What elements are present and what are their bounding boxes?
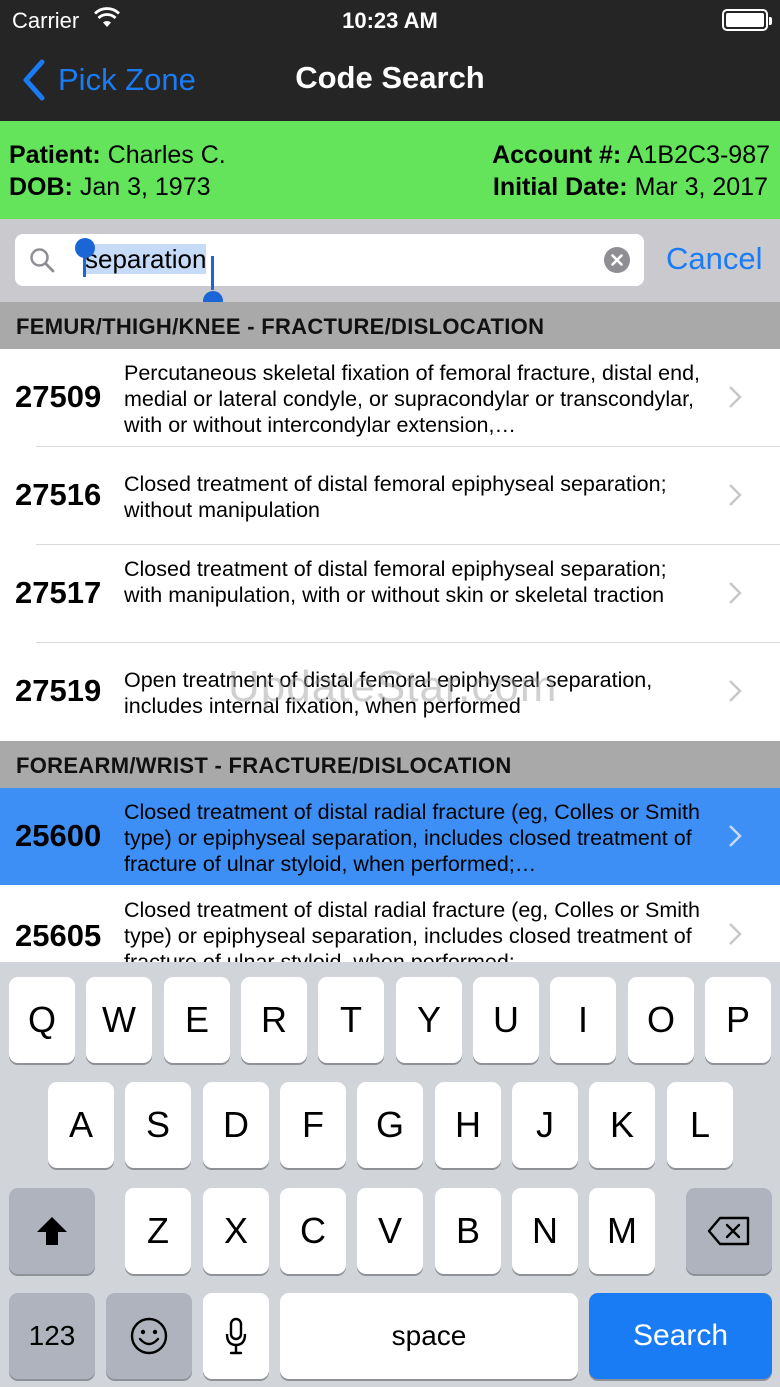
key-i[interactable]: I [550, 977, 616, 1063]
space-key[interactable]: space [280, 1293, 578, 1379]
search-input-value: separation [85, 244, 207, 274]
chevron-right-icon [729, 923, 742, 945]
key-t[interactable]: T [318, 977, 384, 1063]
key-h[interactable]: H [435, 1082, 501, 1168]
key-q[interactable]: Q [9, 977, 75, 1063]
back-button[interactable]: Pick Zone [20, 56, 196, 104]
key-a[interactable]: A [48, 1082, 114, 1168]
initial-date: Initial Date: Mar 3, 2017 [492, 173, 768, 201]
code-row-25600[interactable]: 25600 Closed treatment of distal radial … [0, 788, 780, 885]
patient-banner: Patient: Charles C. DOB: Jan 3, 1973 Acc… [0, 121, 780, 219]
patient-dob: DOB: Jan 3, 1973 [9, 173, 211, 201]
key-v[interactable]: V [357, 1188, 423, 1274]
emoji-key[interactable] [106, 1293, 192, 1379]
emoji-icon [130, 1317, 168, 1355]
section-header: FEMUR/THIGH/KNEE - FRACTURE/DISLOCATION [0, 302, 780, 349]
key-w[interactable]: W [86, 977, 152, 1063]
search-input[interactable]: separation [15, 234, 644, 311]
code-description: Percutaneous skeletal fixation of femora… [124, 361, 701, 437]
account-number: Account #: A1B2C3-987 [492, 141, 770, 169]
backspace-icon [707, 1216, 750, 1246]
code-row-25605[interactable]: 25605 Closed treatment of distal radial … [0, 886, 780, 962]
shift-key[interactable] [9, 1188, 95, 1274]
search-key[interactable]: Search [589, 1293, 772, 1379]
shift-icon [37, 1217, 67, 1245]
close-icon [611, 254, 623, 266]
keyboard: Q W E R T Y U I O P A S D F G H J K L Z … [0, 962, 780, 1387]
backspace-key[interactable] [686, 1188, 772, 1274]
key-y[interactable]: Y [396, 977, 462, 1063]
key-z[interactable]: Z [125, 1188, 191, 1274]
search-bar: separation Cancel [0, 219, 780, 311]
key-m[interactable]: M [589, 1188, 655, 1274]
selection-cursor-end [211, 256, 214, 290]
key-l[interactable]: L [667, 1082, 733, 1168]
code-row-27509[interactable]: 27509 Percutaneous skeletal fixation of … [0, 349, 780, 446]
search-icon [30, 248, 55, 273]
key-f[interactable]: F [280, 1082, 346, 1168]
key-p[interactable]: P [705, 977, 771, 1063]
key-n[interactable]: N [512, 1188, 578, 1274]
key-c[interactable]: C [280, 1188, 346, 1274]
code-number: 27509 [15, 379, 102, 414]
code-description: Closed treatment of distal radial fractu… [124, 898, 700, 962]
key-r[interactable]: R [241, 977, 307, 1063]
clock: 10:23 AM [342, 8, 438, 33]
numbers-key[interactable]: 123 [9, 1293, 95, 1379]
key-s[interactable]: S [125, 1082, 191, 1168]
clear-search-button[interactable] [604, 247, 630, 273]
dictation-key[interactable] [203, 1293, 269, 1379]
code-row-27519[interactable]: 27519 Open treatment of distal femoral e… [0, 643, 780, 740]
code-number: 27517 [15, 575, 102, 610]
code-number: 25605 [15, 918, 102, 953]
selection-cursor-start [83, 243, 86, 277]
code-number: 27516 [15, 477, 102, 512]
key-b[interactable]: B [435, 1188, 501, 1274]
key-x[interactable]: X [203, 1188, 269, 1274]
chevron-right-icon [729, 680, 742, 702]
key-o[interactable]: O [628, 977, 694, 1063]
key-e[interactable]: E [164, 977, 230, 1063]
status-bar: Carrier 10:23 AM [0, 0, 780, 40]
battery-icon [722, 9, 772, 31]
back-button-label: Pick Zone [58, 62, 196, 97]
chevron-right-icon [729, 582, 742, 604]
cancel-button[interactable]: Cancel [666, 241, 763, 277]
section-header: FOREARM/WRIST - FRACTURE/DISLOCATION [0, 741, 780, 788]
key-d[interactable]: D [203, 1082, 269, 1168]
key-k[interactable]: K [589, 1082, 655, 1168]
code-number: 25600 [15, 818, 102, 853]
navigation-bar: Carrier 10:23 AM Pick Zone Code Search [0, 0, 780, 121]
code-row-27517[interactable]: 27517 Closed treatment of distal femoral… [0, 545, 780, 642]
code-description: Open treatment of distal femoral epiphys… [124, 668, 653, 718]
key-j[interactable]: J [512, 1082, 578, 1168]
code-description: Closed treatment of distal femoral epiph… [124, 472, 667, 522]
patient-name: Patient: Charles C. [9, 141, 226, 169]
chevron-left-icon [23, 59, 45, 101]
microphone-icon [225, 1317, 247, 1355]
code-description: Closed treatment of distal femoral epiph… [124, 557, 667, 607]
chevron-right-icon [729, 484, 742, 506]
chevron-right-icon [729, 386, 742, 408]
code-number: 27519 [15, 673, 102, 708]
chevron-right-icon [729, 825, 742, 847]
code-row-27516[interactable]: 27516 Closed treatment of distal femoral… [0, 447, 780, 544]
key-u[interactable]: U [473, 977, 539, 1063]
code-description: Closed treatment of distal radial fractu… [124, 800, 700, 876]
key-g[interactable]: G [357, 1082, 423, 1168]
